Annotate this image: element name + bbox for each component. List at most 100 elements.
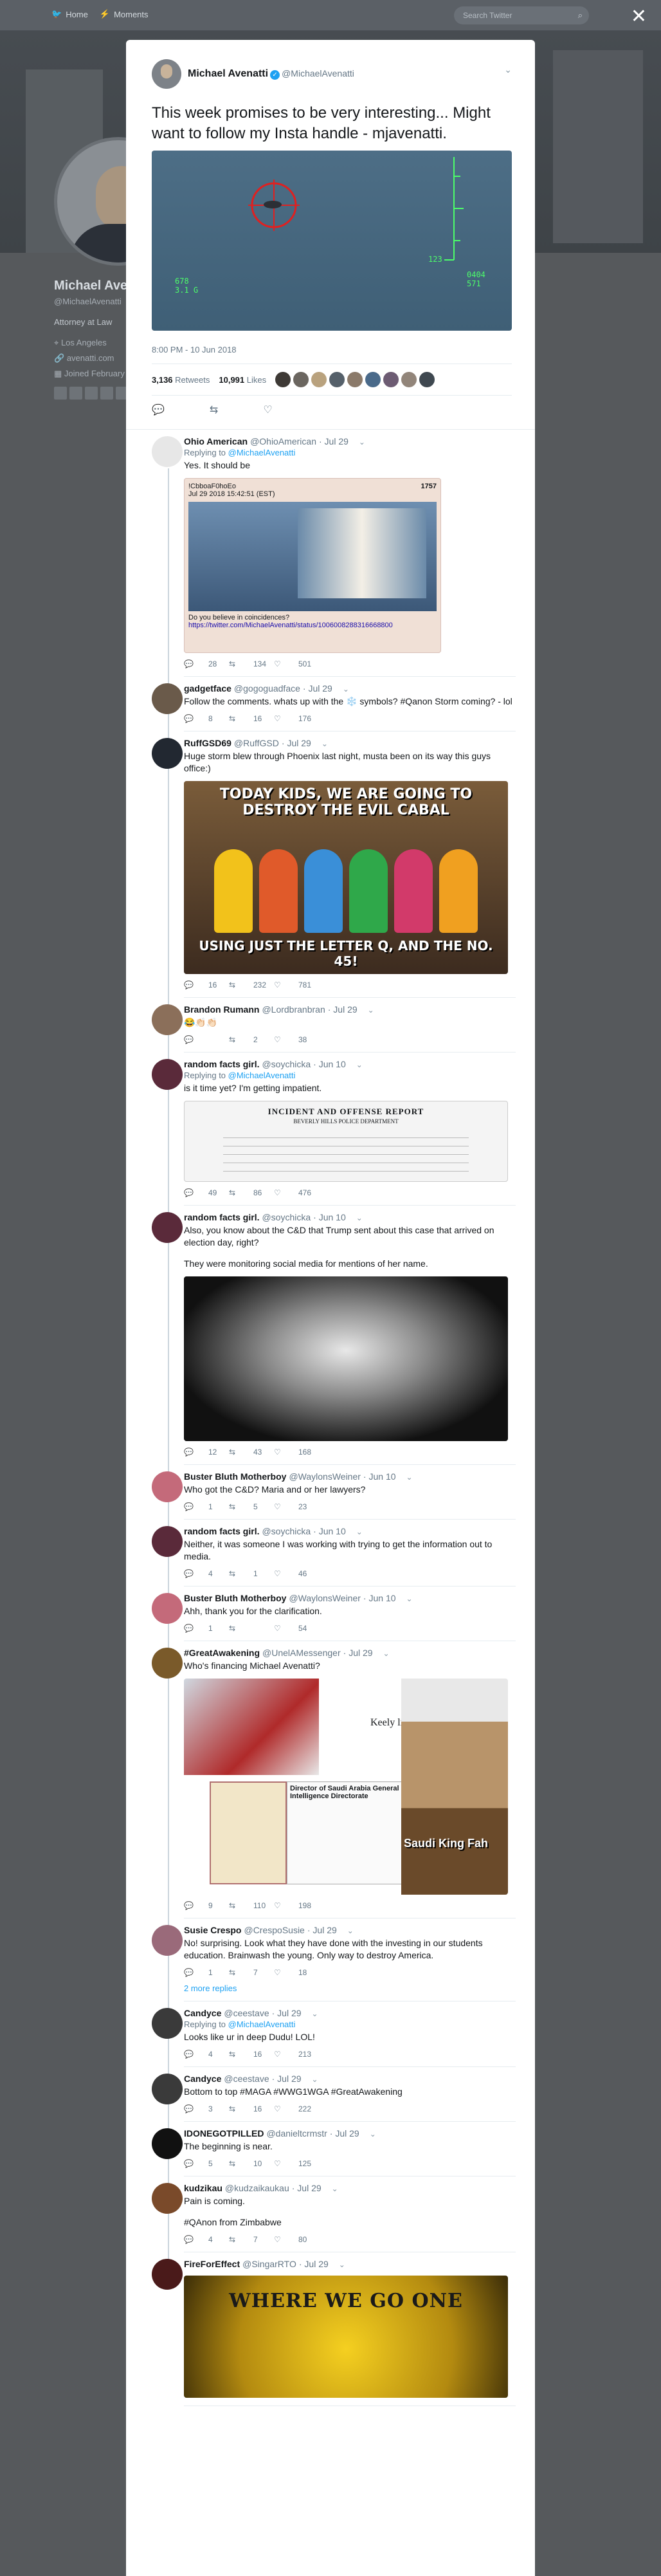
nav-home[interactable]: 🐦 Home [51, 9, 88, 19]
chevron-down-icon[interactable]: ⌄ [356, 1527, 363, 1536]
reply-button[interactable]: 💬 8 [184, 714, 229, 723]
reply-button[interactable]: 💬 28 [184, 659, 229, 668]
reply-button[interactable]: 💬 4 [184, 2050, 229, 2059]
reply-button[interactable]: 💬 4 [184, 2235, 229, 2244]
like-button[interactable]: ♡ 222 [274, 2104, 319, 2113]
author-name[interactable]: #GreatAwakening [184, 1648, 260, 1658]
reply-tweet[interactable]: Candyce @ceestave · Jul 29 ⌄ Replying to @Mi… [126, 2001, 535, 2067]
chevron-down-icon[interactable]: ⌄ [406, 1594, 413, 1603]
reply-button[interactable]: 💬 1 [184, 1502, 229, 1511]
tweet-timestamp[interactable]: 8:00 PM - 10 Jun 2018 [152, 345, 512, 354]
avatar[interactable] [152, 2259, 183, 2290]
show-more-replies[interactable]: 2 more replies [184, 1983, 516, 1993]
avatar[interactable] [152, 683, 183, 714]
author-handle[interactable]: @OhioAmerican [250, 436, 316, 446]
tweet-time[interactable]: · Jun 10 [363, 1471, 396, 1482]
author-handle[interactable]: @soychicka [262, 1212, 311, 1222]
collage-image[interactable]: Keely life and Director of Saudi Arabia G… [184, 1679, 508, 1895]
nav-moments[interactable]: ⚡ Moments [100, 9, 149, 19]
chevron-down-icon[interactable]: ⌄ [312, 2009, 318, 2018]
tweet-time[interactable]: · Jul 29 [299, 2259, 329, 2269]
chevron-down-icon[interactable]: ⌄ [383, 1649, 390, 1658]
author-name[interactable]: random facts girl. [184, 1526, 259, 1536]
reply-button[interactable]: 💬 16 [184, 980, 229, 989]
mention-link[interactable]: @MichaelAvenatti [228, 1071, 296, 1080]
avatar[interactable] [152, 59, 181, 89]
like-button[interactable]: ♡ 198 [274, 1901, 319, 1910]
close-icon[interactable]: ✕ [631, 5, 647, 28]
tweet-time[interactable]: · Jul 29 [272, 2008, 302, 2018]
author-handle[interactable]: @gogoguadface [234, 683, 300, 694]
tweet-time[interactable]: · Jul 29 [303, 683, 332, 694]
tweet-time[interactable]: · Jul 29 [272, 2074, 302, 2084]
chevron-down-icon[interactable]: ⌄ [370, 2130, 376, 2139]
card-link[interactable]: https://twitter.com/MichaelAvenatti/stat… [188, 621, 437, 629]
tweet-time[interactable]: · Jun 10 [313, 1526, 346, 1536]
reply-tweet[interactable]: IDONEGOTPILLED @danieltcrmstr · Jul 29 ⌄ The… [126, 2122, 535, 2176]
reply-tweet[interactable]: Susie Crespo @CrespoSusie · Jul 29 ⌄ No! sur… [126, 1918, 535, 2001]
reply-tweet[interactable]: random facts girl. @soychicka · Jun 10 ⌄ Rep… [126, 1053, 535, 1206]
author-handle[interactable]: @ceestave [224, 2008, 269, 2018]
avatar[interactable] [152, 1471, 183, 1502]
author-handle[interactable]: @soychicka [262, 1059, 311, 1069]
author-handle[interactable]: @MichaelAvenatti [282, 68, 354, 78]
like-button[interactable]: ♡ 476 [274, 1188, 319, 1197]
like-button[interactable]: ♡ 501 [274, 659, 319, 668]
avatar[interactable] [152, 1648, 183, 1679]
chevron-down-icon[interactable]: ⌄ [312, 2075, 318, 2084]
author-name[interactable]: Michael Avenatti [188, 68, 268, 79]
author-name[interactable]: IDONEGOTPILLED [184, 2128, 264, 2139]
tweet-time[interactable]: · Jul 29 [343, 1648, 373, 1658]
author-handle[interactable]: @danieltcrmstr [266, 2128, 327, 2139]
author-handle[interactable]: @ceestave [224, 2074, 269, 2084]
tweet-time[interactable]: · Jul 29 [307, 1925, 337, 1935]
like-button[interactable]: ♡ 213 [274, 2050, 319, 2059]
author-name[interactable]: FireForEffect [184, 2259, 240, 2269]
author-name[interactable]: Susie Crespo [184, 1925, 241, 1935]
retweet-button[interactable]: ⇆ 134 [229, 659, 274, 668]
like-button[interactable]: ♡ 54 [274, 1624, 319, 1633]
reply-button[interactable]: 💬 3 [184, 2104, 229, 2113]
reply-tweet[interactable]: RuffGSD69 @RuffGSD · Jul 29 ⌄ Huge storm ble… [126, 731, 535, 998]
author-handle[interactable]: @WaylonsWeiner [289, 1593, 360, 1603]
reply-tweet[interactable]: Ohio American @OhioAmerican · Jul 29 ⌄ Reply… [126, 430, 535, 677]
author-name[interactable]: Candyce [184, 2074, 221, 2084]
like-button[interactable]: ♡ 125 [274, 2159, 319, 2168]
author-name[interactable]: kudzikau [184, 2183, 222, 2193]
avatar[interactable] [152, 436, 183, 467]
chevron-down-icon[interactable]: ⌄ [356, 1213, 363, 1222]
retweet-button[interactable]: ⇆ 7 [229, 1968, 274, 1977]
author-handle[interactable]: @Lordbranbran [262, 1004, 325, 1015]
chevron-down-icon[interactable]: ⌄ [347, 1926, 354, 1935]
reply-button[interactable]: 💬 12 [184, 1448, 229, 1457]
like-button[interactable]: ♡ 168 [274, 1448, 319, 1457]
retweet-button[interactable]: ⇆ 232 [229, 980, 274, 989]
author-handle[interactable]: @UnelAMessenger [262, 1648, 341, 1658]
like-stat[interactable]: 10,991 Likes [219, 375, 266, 385]
search-input[interactable]: Search Twitter ⌕ [454, 6, 589, 24]
tweet-media[interactable]: 678 3.1 G 0404 571 123 [152, 151, 512, 331]
like-icon[interactable]: ♡ [263, 403, 272, 416]
author-name[interactable]: random facts girl. [184, 1212, 259, 1222]
chevron-down-icon[interactable]: ⌄ [368, 1006, 374, 1015]
mention-link[interactable]: @MichaelAvenatti [228, 448, 296, 457]
author-name[interactable]: Candyce [184, 2008, 221, 2018]
tweet-time[interactable]: · Jul 29 [292, 2183, 321, 2193]
author-name[interactable]: random facts girl. [184, 1059, 259, 1069]
retweet-button[interactable]: ⇆ 2 [229, 1035, 274, 1044]
reply-button[interactable]: 💬 1 [184, 1624, 229, 1633]
retweet-button[interactable]: ⇆ 16 [229, 714, 274, 723]
retweet-button[interactable]: ⇆ 10 [229, 2159, 274, 2168]
avatar[interactable] [152, 738, 183, 769]
reply-tweet[interactable]: Buster Bluth Motherboy @WaylonsWeiner · Ju… [126, 1587, 535, 1641]
retweet-button[interactable]: ⇆ 5 [229, 1502, 274, 1511]
reply-tweet[interactable]: kudzikau @kudzaikaukau · Jul 29 ⌄ Pain is co… [126, 2176, 535, 2252]
retweet-button[interactable]: ⇆ 110 [229, 1901, 274, 1910]
tweet-time[interactable]: · Jun 10 [313, 1059, 346, 1069]
chevron-down-icon[interactable]: ⌄ [343, 685, 349, 694]
tweet-time[interactable]: · Jul 29 [282, 738, 311, 748]
author-handle[interactable]: @WaylonsWeiner [289, 1471, 360, 1482]
chevron-down-icon[interactable]: ⌄ [406, 1473, 413, 1482]
author-handle[interactable]: @kudzaikaukau [225, 2183, 289, 2193]
retweet-icon[interactable]: ⇆ [210, 403, 218, 416]
